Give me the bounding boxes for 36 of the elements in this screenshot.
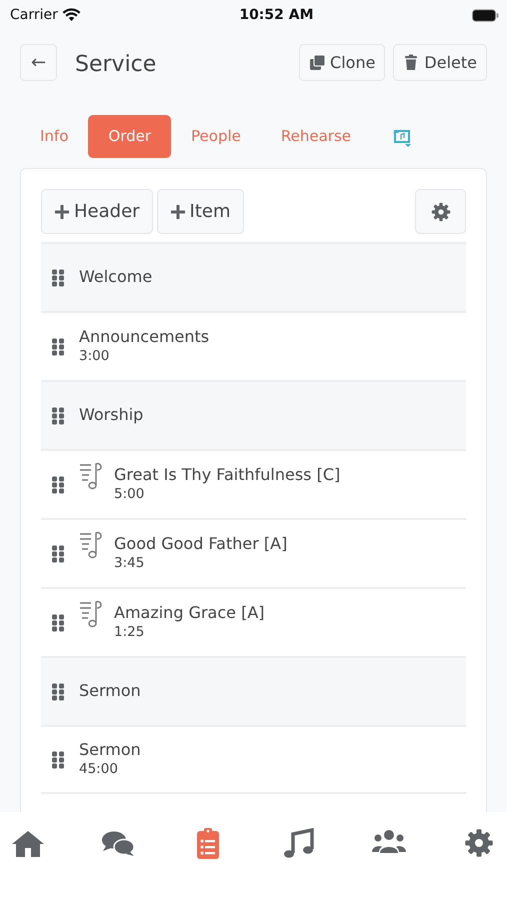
gear-icon	[430, 202, 450, 222]
wifi-icon	[62, 8, 81, 22]
plus-icon	[170, 204, 186, 220]
drag-handle-icon[interactable]	[51, 338, 65, 356]
clock-time: 10:52 AM	[239, 6, 314, 24]
add-button[interactable]: Header	[41, 189, 153, 234]
item-duration: 3:00	[79, 348, 110, 366]
item-duration: 5:00	[114, 486, 146, 504]
item-title: Announcements	[79, 327, 210, 348]
carrier-label: Carrier	[10, 6, 58, 24]
clone-button[interactable]: Clone	[299, 44, 386, 81]
add-button[interactable]: Item	[156, 189, 244, 234]
drag-handle-icon[interactable]	[51, 614, 65, 632]
item-title: Good Good Father [A]	[114, 534, 288, 556]
item-title: Sermon	[79, 681, 141, 702]
settings-button[interactable]	[415, 189, 466, 234]
item-title: Great Is Thy Faithfulness [C]	[114, 465, 340, 486]
page-title: Service	[75, 51, 156, 79]
item-title: Amazing Grace [A]	[114, 603, 264, 624]
copy-icon	[309, 54, 326, 71]
back-button[interactable]: ←	[20, 44, 57, 81]
delete-button[interactable]: Delete	[393, 44, 487, 81]
plus-icon	[54, 204, 70, 220]
drag-handle-icon[interactable]	[51, 750, 65, 768]
drag-handle-icon[interactable]	[51, 476, 65, 494]
battery-icon	[472, 8, 499, 22]
drag-handle-icon[interactable]	[51, 406, 65, 424]
drag-handle-icon[interactable]	[51, 268, 65, 286]
item-duration: 3:45	[114, 555, 146, 573]
drag-handle-icon[interactable]	[51, 682, 65, 700]
item-title: Welcome	[79, 267, 152, 288]
item-duration: 1:25	[114, 624, 146, 642]
item-title: Worship	[79, 405, 144, 426]
drag-handle-icon[interactable]	[51, 544, 65, 562]
item-title: Sermon	[79, 740, 141, 762]
item-duration: 45:00	[79, 761, 119, 779]
